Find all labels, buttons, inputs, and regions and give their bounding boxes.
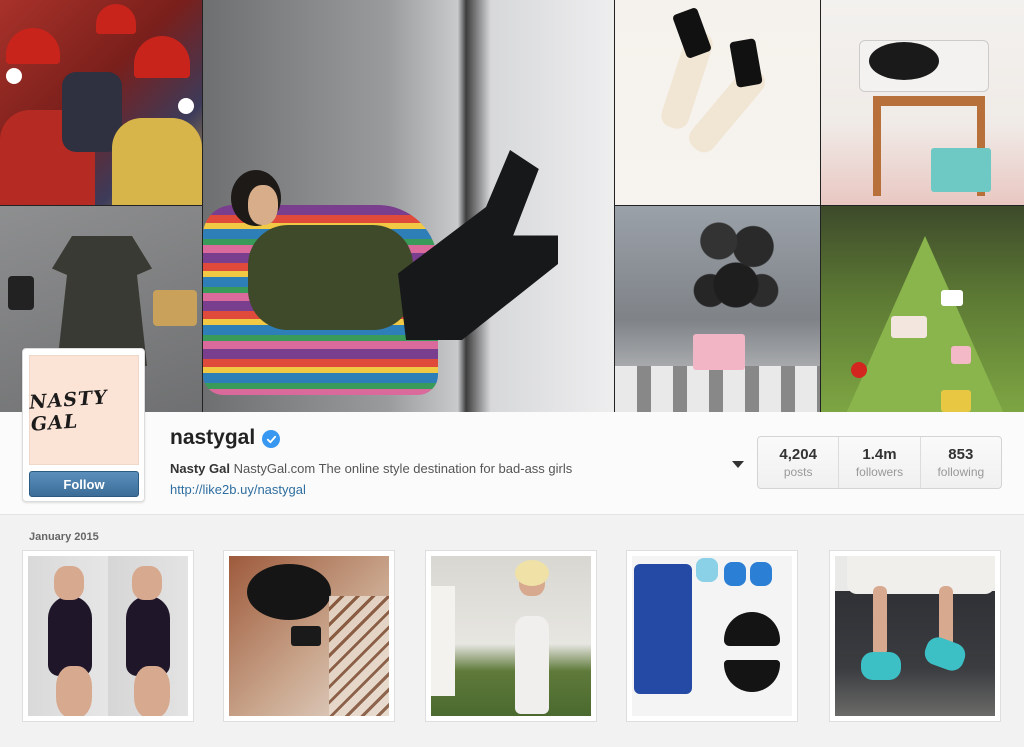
profile-username: nastygal xyxy=(170,426,256,449)
post-thumbnail[interactable] xyxy=(626,550,798,722)
stat-following-label: following xyxy=(937,465,985,479)
verified-badge-icon xyxy=(262,430,280,448)
stat-followers-value: 1.4m xyxy=(862,446,897,463)
mosaic-photo-record-player[interactable] xyxy=(821,0,1024,205)
stat-followers-label: followers xyxy=(855,465,904,479)
mosaic-photo-bag-tree[interactable] xyxy=(821,206,1024,412)
post-image xyxy=(431,556,591,716)
stat-following-value: 853 xyxy=(948,446,974,463)
profile-stats: 4,204 posts 1.4m followers 853 following xyxy=(757,436,1002,489)
avatar-logo: NASTY GAL xyxy=(28,386,109,436)
post-thumbnail[interactable] xyxy=(22,550,194,722)
post-thumbnail[interactable] xyxy=(829,550,1001,722)
profile-website-link[interactable]: http://like2b.uy/nastygal xyxy=(170,482,306,497)
post-image xyxy=(835,556,995,716)
stat-posts-value: 4,204 xyxy=(779,446,817,463)
options-caret-icon[interactable] xyxy=(732,461,744,468)
profile-bio: Nasty Gal NastyGal.com The online style … xyxy=(170,461,572,476)
stat-posts[interactable]: 4,204 posts xyxy=(758,437,840,488)
profile-card: NASTY GAL Follow xyxy=(22,348,145,502)
stat-posts-label: posts xyxy=(783,465,813,479)
mosaic-photo-holiday-group[interactable] xyxy=(0,0,202,205)
follow-button[interactable]: Follow xyxy=(29,471,139,497)
post-image xyxy=(28,556,188,716)
header-photo-mosaic xyxy=(0,0,1024,412)
month-label: January 2015 xyxy=(29,531,99,543)
post-image xyxy=(632,556,792,716)
post-thumbnail[interactable] xyxy=(425,550,597,722)
avatar[interactable]: NASTY GAL xyxy=(29,355,139,465)
profile-bio-text: NastyGal.com The online style destinatio… xyxy=(233,461,573,476)
mosaic-photo-heels-socks[interactable] xyxy=(615,0,820,205)
stat-following[interactable]: 853 following xyxy=(921,437,1001,488)
mosaic-photo-balloons-street[interactable] xyxy=(615,206,820,412)
mosaic-photo-window-lounge[interactable] xyxy=(203,0,614,412)
post-thumbnail[interactable] xyxy=(223,550,395,722)
stat-followers[interactable]: 1.4m followers xyxy=(839,437,921,488)
post-image xyxy=(229,556,389,716)
profile-display-name: Nasty Gal xyxy=(170,461,230,476)
